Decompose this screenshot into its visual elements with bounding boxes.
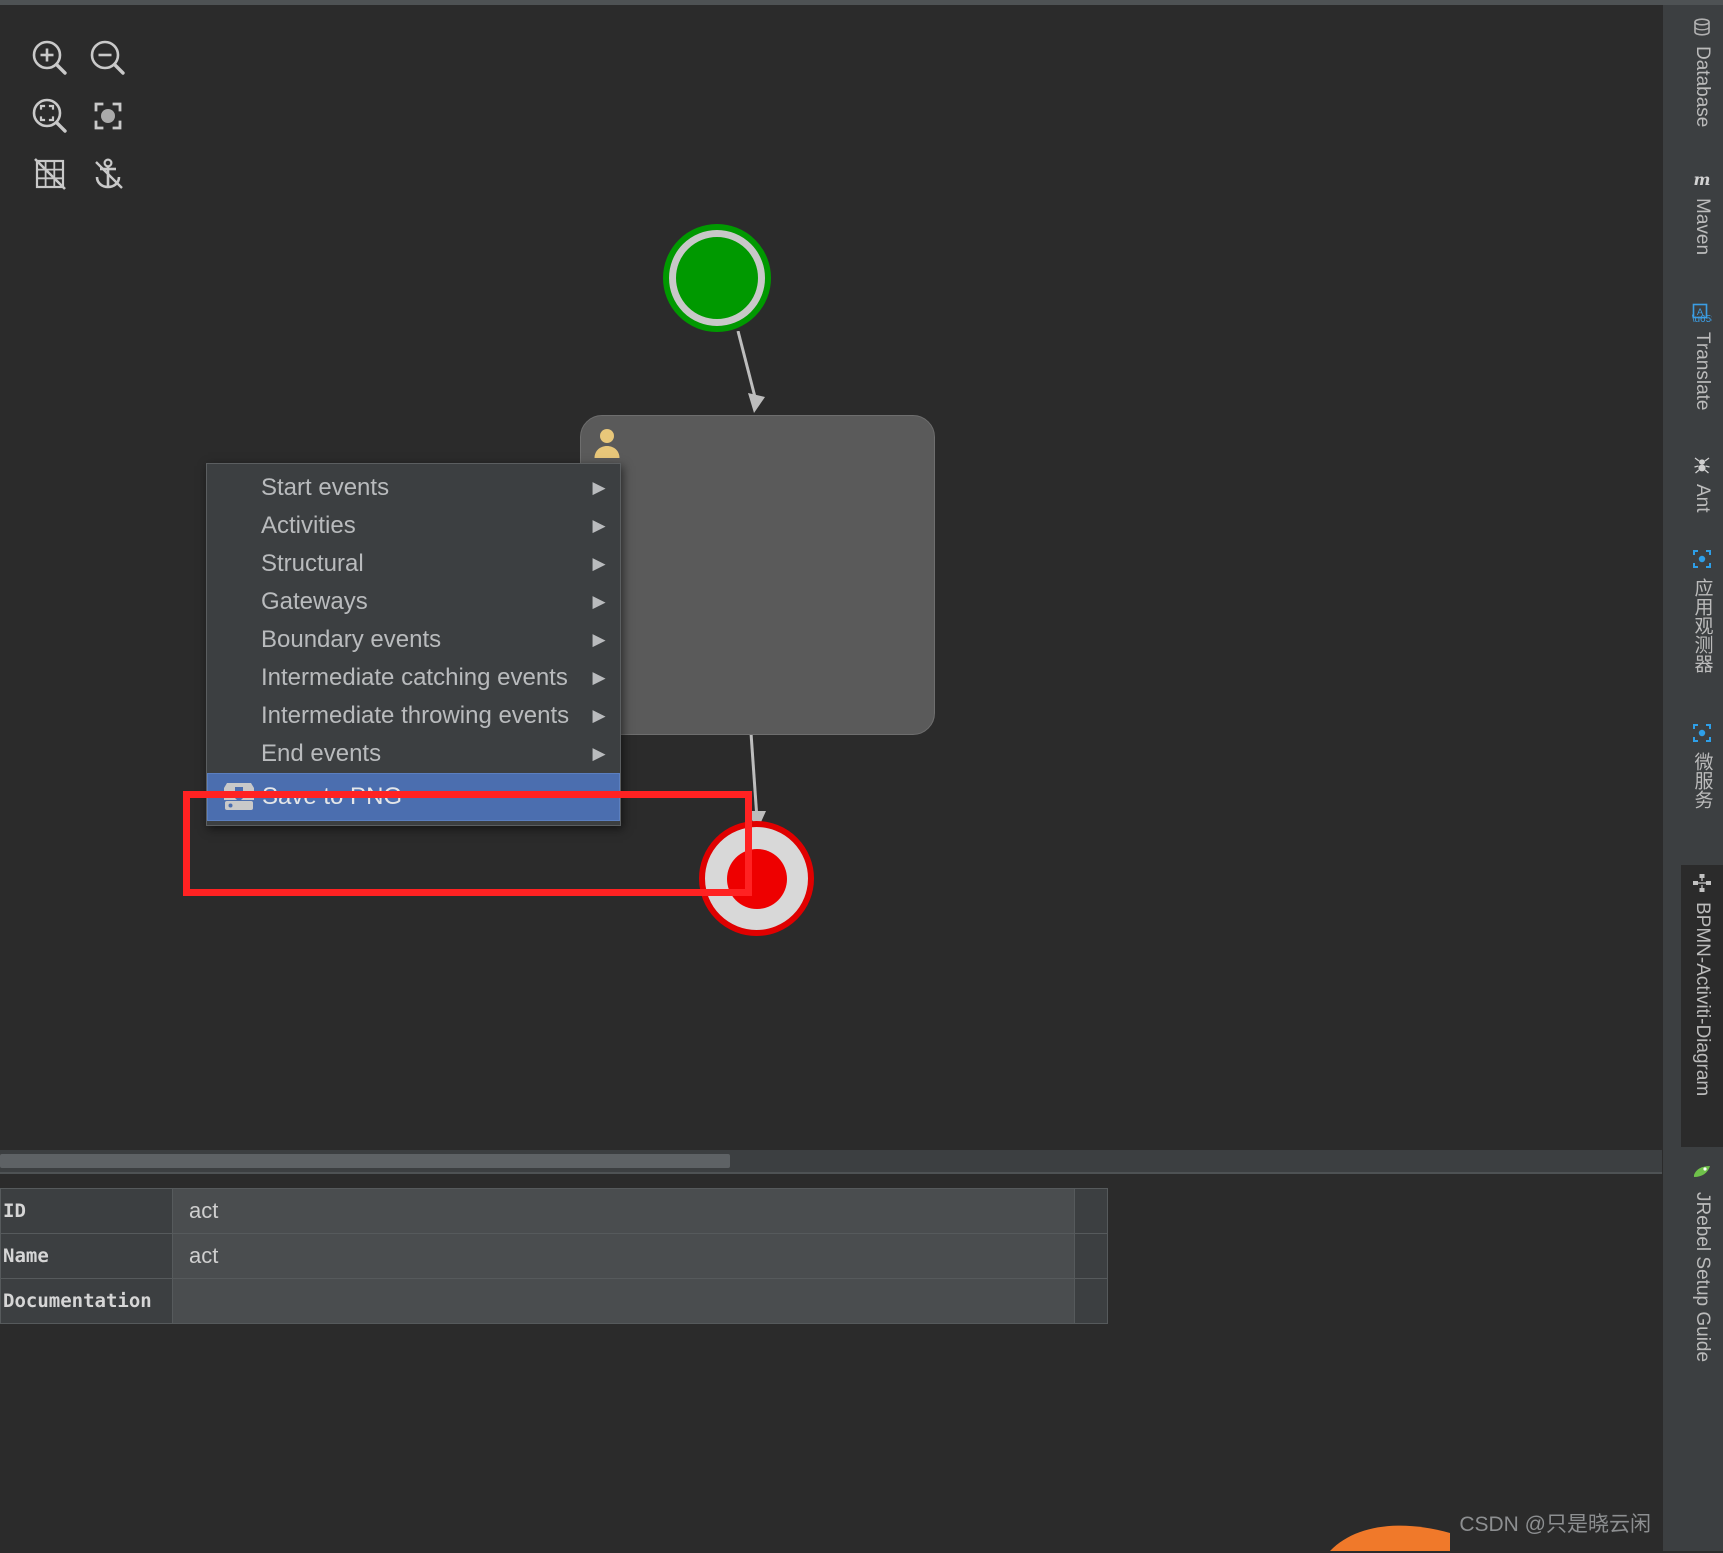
translate-icon: A \u6587 bbox=[1690, 301, 1714, 325]
sidebar-item-label: Maven bbox=[1692, 198, 1713, 256]
chevron-right-icon: ▶ bbox=[592, 630, 606, 649]
zoom-actual-icon[interactable] bbox=[22, 88, 78, 144]
end-event-inner-disc bbox=[726, 848, 787, 909]
sidebar-item-label: Database bbox=[1692, 46, 1713, 128]
properties-panel: ID act Name act Documentation bbox=[0, 1172, 1663, 1553]
sidebar-item-maven[interactable]: m Maven bbox=[1681, 161, 1723, 291]
save-to-png-icon bbox=[216, 779, 262, 815]
diagram-context-menu[interactable]: Start events ▶ Activities ▶ Structural ▶… bbox=[206, 463, 621, 826]
bpmn-diagram-icon bbox=[1690, 871, 1714, 895]
sidebar-item-label: JRebel Setup Guide bbox=[1692, 1192, 1713, 1363]
menu-item-end-events[interactable]: End events ▶ bbox=[207, 735, 620, 773]
menu-item-label: End events bbox=[261, 740, 382, 767]
menu-item-label: Intermediate throwing events bbox=[261, 702, 570, 729]
toggle-grid-icon[interactable] bbox=[22, 146, 78, 202]
user-icon bbox=[594, 429, 620, 458]
chevron-right-icon: ▶ bbox=[592, 592, 606, 611]
svg-text:\u6587: \u6587 bbox=[1692, 314, 1712, 323]
sidebar-item-label: Ant bbox=[1692, 484, 1713, 513]
menu-item-save-to-png[interactable]: Save to PNG bbox=[207, 773, 620, 821]
chevron-right-icon: ▶ bbox=[592, 668, 606, 687]
menu-item-structural[interactable]: Structural ▶ bbox=[207, 545, 620, 583]
end-event-node[interactable] bbox=[699, 821, 814, 936]
properties-table: ID act Name act Documentation bbox=[0, 1188, 1108, 1324]
sidebar-item-bpmn-activiti-diagram[interactable]: BPMN-Activiti-Diagram bbox=[1681, 865, 1723, 1147]
menu-item-start-events[interactable]: Start events ▶ bbox=[207, 469, 620, 507]
menu-item-intermediate-catching-events[interactable]: Intermediate catching events ▶ bbox=[207, 659, 620, 697]
chevron-right-icon: ▶ bbox=[592, 554, 606, 573]
app-observer-icon bbox=[1690, 547, 1714, 571]
right-rail-inner: Database m Maven A \u6587 Translate bbox=[1681, 5, 1723, 1551]
sidebar-item-app-observer[interactable]: 应用观测器 bbox=[1681, 541, 1723, 709]
property-extra-cell bbox=[1074, 1188, 1108, 1234]
editor-toolbar bbox=[22, 30, 142, 202]
editor-horizontal-scrollbar[interactable] bbox=[0, 1150, 1663, 1172]
sidebar-item-label: 应用观测器 bbox=[1691, 578, 1713, 673]
menu-item-gateways[interactable]: Gateways ▶ bbox=[207, 583, 620, 621]
sidebar-item-label: BPMN-Activiti-Diagram bbox=[1692, 902, 1713, 1097]
bpmn-diagram-canvas[interactable]: Start events ▶ Activities ▶ Structural ▶… bbox=[0, 5, 1663, 1150]
menu-item-boundary-events[interactable]: Boundary events ▶ bbox=[207, 621, 620, 659]
chevron-right-icon: ▶ bbox=[592, 478, 606, 497]
menu-item-label: Save to PNG bbox=[262, 783, 403, 810]
decorative-orange-shape bbox=[1330, 1525, 1450, 1551]
property-value-documentation[interactable] bbox=[172, 1278, 1075, 1324]
property-extra-cell bbox=[1074, 1278, 1108, 1324]
microservice-icon bbox=[1690, 721, 1714, 745]
svg-text:m: m bbox=[1694, 170, 1711, 189]
menu-item-label: Structural bbox=[261, 550, 364, 577]
toggle-snap-anchor-icon[interactable] bbox=[80, 146, 136, 202]
zoom-in-icon[interactable] bbox=[22, 30, 78, 86]
property-extra-cell bbox=[1074, 1233, 1108, 1279]
menu-item-intermediate-throwing-events[interactable]: Intermediate throwing events ▶ bbox=[207, 697, 620, 735]
menu-item-label: Activities bbox=[261, 512, 356, 539]
chevron-right-icon: ▶ bbox=[592, 706, 606, 725]
sequence-flow-task-to-end[interactable] bbox=[735, 733, 775, 839]
database-icon bbox=[1690, 15, 1714, 39]
start-event-inner-ring bbox=[669, 230, 765, 326]
property-value-id[interactable]: act bbox=[172, 1188, 1075, 1234]
sidebar-item-label: Translate bbox=[1692, 332, 1713, 411]
zoom-out-icon[interactable] bbox=[80, 30, 136, 86]
table-row[interactable]: ID act bbox=[0, 1188, 1108, 1234]
property-label-id: ID bbox=[0, 1188, 173, 1234]
table-row[interactable]: Name act bbox=[0, 1233, 1108, 1279]
menu-item-activities[interactable]: Activities ▶ bbox=[207, 507, 620, 545]
user-task-node[interactable] bbox=[580, 415, 935, 735]
right-toolwindow-bar: Database m Maven A \u6587 Translate bbox=[1662, 5, 1723, 1551]
property-label-documentation: Documentation bbox=[0, 1278, 173, 1324]
property-value-name[interactable]: act bbox=[172, 1233, 1075, 1279]
csdn-watermark: CSDN @只是晓云闲 bbox=[1459, 1513, 1651, 1536]
ant-icon bbox=[1690, 453, 1714, 477]
sidebar-item-label: 微服务 bbox=[1691, 752, 1713, 809]
menu-item-label: Gateways bbox=[261, 588, 368, 615]
start-event-node[interactable] bbox=[663, 224, 771, 332]
maven-icon: m bbox=[1690, 167, 1714, 191]
editor-horizontal-scrollbar-thumb[interactable] bbox=[0, 1154, 730, 1168]
jrebel-icon bbox=[1690, 1161, 1714, 1185]
sequence-flow-start-to-task[interactable] bbox=[720, 331, 780, 423]
menu-item-label: Start events bbox=[261, 474, 390, 501]
sidebar-item-jrebel-setup-guide[interactable]: JRebel Setup Guide bbox=[1681, 1155, 1723, 1385]
sidebar-item-translate[interactable]: A \u6587 Translate bbox=[1681, 295, 1723, 443]
table-row[interactable]: Documentation bbox=[0, 1278, 1108, 1324]
property-label-name: Name bbox=[0, 1233, 173, 1279]
sidebar-item-microservice[interactable]: 微服务 bbox=[1681, 715, 1723, 855]
menu-item-label: Intermediate catching events bbox=[261, 664, 568, 691]
fit-content-icon[interactable] bbox=[80, 88, 136, 144]
sidebar-item-database[interactable]: Database bbox=[1681, 9, 1723, 159]
sidebar-item-ant[interactable]: Ant bbox=[1681, 447, 1723, 537]
chevron-right-icon: ▶ bbox=[592, 516, 606, 535]
chevron-right-icon: ▶ bbox=[592, 744, 606, 763]
menu-item-label: Boundary events bbox=[261, 626, 442, 653]
